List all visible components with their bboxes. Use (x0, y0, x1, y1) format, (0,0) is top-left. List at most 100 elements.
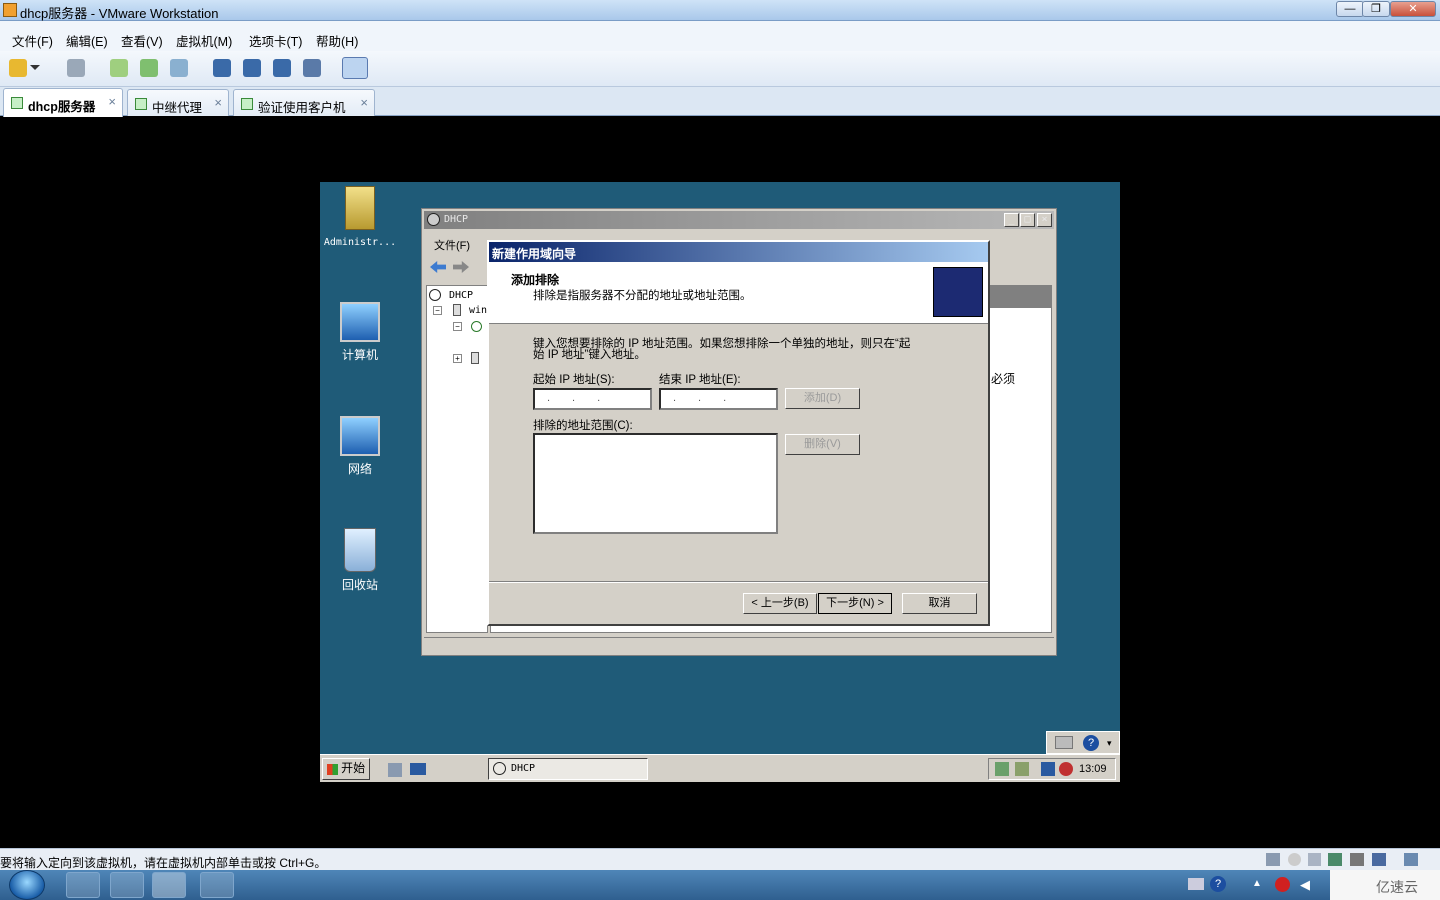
excluded-ranges-list[interactable] (533, 433, 778, 534)
window-titlebar: dhcp服务器 - VMware Workstation — ❐ ✕ (0, 0, 1440, 21)
expand-icon[interactable]: + (453, 354, 462, 363)
server-icon (453, 304, 461, 316)
windows-flag-icon (327, 763, 338, 775)
close-button[interactable]: × (1037, 213, 1052, 227)
wizard-heading: 添加排除 (511, 273, 560, 287)
close-tab-icon[interactable]: × (214, 95, 222, 110)
close-tab-icon[interactable]: × (360, 95, 368, 110)
menu-help[interactable]: 帮助(H) (316, 31, 358, 50)
window-title: dhcp服务器 - VMware Workstation (20, 6, 219, 21)
wizard-separator (489, 581, 988, 583)
cd-rom-icon[interactable] (1288, 853, 1301, 866)
desktop-icon-network[interactable]: 网络 (320, 416, 400, 477)
menu-vm[interactable]: 虚拟机(M) (176, 31, 232, 50)
remove-button[interactable]: 删除(V) (785, 434, 860, 455)
show-desktop-icon[interactable] (410, 763, 426, 775)
tab-dhcp-server[interactable]: dhcp服务器 × (3, 88, 123, 117)
details-text: 必须 (991, 372, 1016, 386)
forward-arrow-icon[interactable] (453, 261, 469, 273)
guest-task-dhcp[interactable]: DHCP (488, 758, 648, 780)
back-arrow-icon[interactable] (430, 261, 446, 273)
dhcp-console-title: DHCP (444, 214, 469, 225)
desktop-icon-administrator[interactable]: Administr... (320, 186, 400, 248)
help-icon[interactable]: ? (1210, 876, 1226, 892)
word-icon[interactable] (200, 872, 234, 898)
fullscreen-icon[interactable] (273, 59, 291, 77)
ipv4-icon (471, 321, 482, 332)
revert-snapshot-icon[interactable] (140, 59, 158, 77)
tab-strip: dhcp服务器 × 中继代理 × 验证使用客户机 × (0, 87, 1440, 117)
tab-relay-agent[interactable]: 中继代理 × (127, 89, 229, 116)
minimize-button[interactable]: — (1336, 1, 1364, 17)
guest-task-label: DHCP (511, 763, 536, 774)
vmware-app-icon (3, 3, 17, 17)
guest-tray: 13:09 (988, 758, 1116, 780)
floppy-icon[interactable] (1308, 853, 1321, 866)
tab-test-client[interactable]: 验证使用客户机 × (233, 89, 375, 116)
collapse-icon[interactable]: − (433, 306, 442, 315)
back-button[interactable]: < 上一步(B) (743, 593, 817, 614)
start-ip-input[interactable]: ... (533, 388, 652, 410)
network-adapter-icon[interactable] (1328, 853, 1342, 866)
chevron-down-icon[interactable]: ▾ (1107, 738, 1112, 749)
desktop-icon-recycle-bin[interactable]: 回收站 (320, 528, 400, 593)
tree-root[interactable]: DHCP (449, 290, 473, 301)
wizard-description-2: 始 IP 地址”键入地址。 (533, 349, 646, 361)
audio-icon[interactable] (1372, 853, 1386, 866)
message-log-icon[interactable] (1404, 853, 1418, 866)
vm-running-icon (11, 97, 23, 109)
guest-start-button[interactable]: 开始 (322, 758, 370, 780)
next-button[interactable]: 下一步(N) > (818, 593, 892, 614)
help-icon[interactable]: ? (1083, 735, 1099, 751)
tree-server[interactable]: win (469, 305, 487, 316)
internet-explorer-icon[interactable] (66, 872, 100, 898)
tab-label: 验证使用客户机 (258, 101, 346, 115)
stop-icon[interactable] (1275, 877, 1290, 892)
maximize-button[interactable]: ❐ (1362, 1, 1390, 17)
vm-console[interactable]: Administr... 计算机 网络 回收站 DHCP _ □ × 文件(F)… (320, 182, 1120, 782)
file-explorer-icon[interactable] (110, 872, 144, 898)
mmc-statusbar (424, 637, 1054, 655)
menu-file[interactable]: 文件(F) (12, 31, 53, 50)
toolbar (0, 51, 1440, 87)
console-view-icon[interactable] (243, 59, 261, 77)
mmc-menu-file[interactable]: 文件(F) (434, 237, 470, 253)
cancel-button[interactable]: 取消 (902, 593, 977, 614)
stretch-view-icon[interactable] (342, 57, 368, 79)
wizard-folders-icon (933, 267, 983, 317)
library-icon[interactable] (213, 59, 231, 77)
menu-bar: 文件(F) 编辑(E) 查看(V) 虚拟机(M) 选项卡(T) 帮助(H) (0, 21, 1440, 51)
volume-icon[interactable]: ◀ (1300, 877, 1310, 893)
tree-pane: DHCP − win − + (426, 285, 488, 633)
desktop-icon-computer[interactable]: 计算机 (320, 302, 400, 363)
close-tab-icon[interactable]: × (108, 94, 116, 109)
add-button[interactable]: 添加(D) (785, 388, 860, 409)
keyboard-icon[interactable] (1188, 878, 1204, 890)
unity-icon[interactable] (303, 59, 321, 77)
collapse-icon[interactable]: − (453, 322, 462, 331)
minimize-button[interactable]: _ (1004, 213, 1019, 227)
pause-icon[interactable] (9, 59, 27, 77)
dropdown-arrow-icon[interactable] (30, 65, 40, 70)
keyboard-icon[interactable] (1055, 736, 1073, 749)
printer-icon[interactable] (1350, 853, 1364, 866)
excluded-ranges-label: 排除的地址范围(C): (533, 420, 633, 432)
user-folder-icon (345, 186, 375, 230)
server-manager-icon[interactable] (388, 763, 402, 777)
snapshot-icon[interactable] (110, 59, 128, 77)
close-button[interactable]: ✕ (1390, 1, 1436, 17)
menu-view[interactable]: 查看(V) (121, 31, 163, 50)
send-ctrl-alt-del-icon[interactable] (67, 59, 85, 77)
menu-tabs[interactable]: 选项卡(T) (249, 31, 302, 50)
watermark-text: 亿速云 (1376, 879, 1418, 895)
hard-disk-icon[interactable] (1266, 853, 1280, 866)
menu-edit[interactable]: 编辑(E) (66, 31, 108, 50)
end-ip-input[interactable]: ... (659, 388, 778, 410)
maximize-button[interactable]: □ (1020, 213, 1035, 227)
vm-running-icon (135, 98, 147, 110)
tray-expand-icon[interactable]: ▲ (1252, 878, 1262, 889)
vmware-statusbar: 要将输入定向到该虚拟机，请在虚拟机内部单击或按 Ctrl+G。 (0, 848, 1440, 870)
vmware-taskbar-icon[interactable] (152, 872, 186, 898)
snapshot-manager-icon[interactable] (170, 59, 188, 77)
windows-start-orb[interactable] (9, 870, 45, 900)
